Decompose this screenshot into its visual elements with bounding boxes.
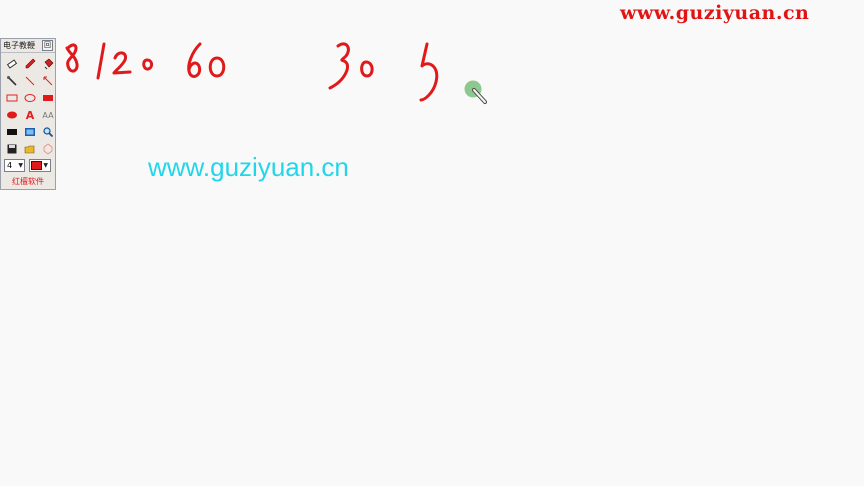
- ellipse-outline-icon[interactable]: [22, 90, 38, 106]
- chevron-down-icon: ▼: [18, 162, 23, 169]
- font-icon[interactable]: AA: [40, 107, 56, 123]
- toolbox-close-button[interactable]: 回: [42, 40, 53, 51]
- handwriting-ink: [65, 42, 439, 102]
- pointer-stick-icon[interactable]: [4, 73, 20, 89]
- toolbox-title: 电子教鞭: [3, 41, 35, 50]
- clear-icon[interactable]: [40, 141, 56, 157]
- ink-digit-8: [65, 43, 79, 73]
- pen-color-select[interactable]: ▼: [29, 159, 51, 172]
- eraser-icon[interactable]: [4, 56, 20, 72]
- rectangle-filled-icon[interactable]: [40, 90, 56, 106]
- tool-grid: A AA: [1, 53, 55, 157]
- ink-digit-0c: [360, 60, 374, 78]
- pen-size-select[interactable]: 4 ▼: [4, 159, 25, 172]
- ink-digit-5: [419, 42, 439, 102]
- blackboard-icon[interactable]: [4, 124, 20, 140]
- screen-capture-icon[interactable]: [22, 124, 38, 140]
- ink-digit-0a: [142, 58, 154, 71]
- watermark-url: www.guziyuan.cn: [620, 2, 810, 24]
- highlighter-icon[interactable]: [40, 56, 56, 72]
- electronic-pointer-toolbox[interactable]: 电子教鞭 回 A AA 4 ▼ ▼ 红檀软件: [0, 38, 56, 190]
- chevron-down-icon: ▼: [43, 162, 48, 169]
- pen-color-swatch: [31, 161, 42, 170]
- ink-digit-0b: [208, 56, 226, 78]
- toolbox-titlebar[interactable]: 电子教鞭 回: [1, 39, 55, 53]
- ink-digit-2: [112, 51, 132, 75]
- pen-size-value: 4: [7, 161, 13, 170]
- site-url-text: www.guziyuan.cn: [148, 152, 349, 182]
- arrow-icon[interactable]: [40, 73, 56, 89]
- pointer-cursor-icon: [464, 80, 487, 104]
- text-tool-glyph: A: [25, 108, 35, 122]
- line-icon[interactable]: [22, 73, 38, 89]
- save-icon[interactable]: [4, 141, 20, 157]
- font-tool-glyph: AA: [42, 110, 54, 120]
- rectangle-outline-icon[interactable]: [4, 90, 20, 106]
- ellipse-filled-icon[interactable]: [4, 107, 20, 123]
- zoom-icon[interactable]: [40, 124, 56, 140]
- text-tool-icon[interactable]: A: [22, 107, 38, 123]
- ink-digit-6: [187, 42, 202, 78]
- pen-icon[interactable]: [22, 56, 38, 72]
- open-folder-icon[interactable]: [22, 141, 38, 157]
- pen-controls: 4 ▼ ▼: [1, 157, 55, 172]
- brand-label: 红檀软件: [12, 177, 44, 186]
- ink-digit-3: [328, 42, 350, 90]
- ink-digit-1: [96, 42, 106, 80]
